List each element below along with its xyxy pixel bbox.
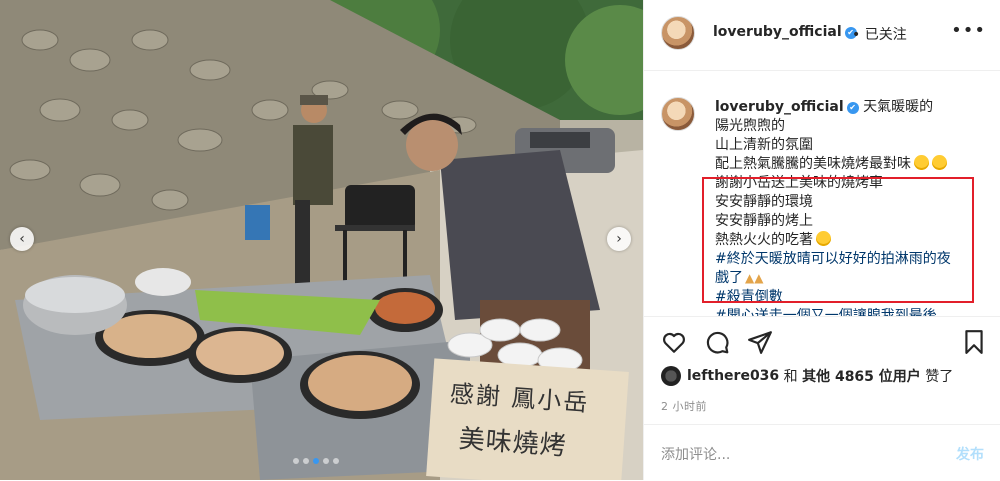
carousel-indicator [293, 458, 339, 464]
post-photo[interactable]: 感謝 鳳小岳 美味燒烤 ‹ › [0, 0, 643, 480]
likes-suffix: 赞了 [925, 369, 954, 385]
avatar[interactable] [661, 16, 695, 50]
liker-avatar[interactable] [661, 366, 681, 386]
caption-text: 配上熱氣騰騰的美味燒烤最對味 [715, 156, 911, 172]
chevron-left-icon: ‹ [19, 231, 25, 247]
red-highlight-box [702, 177, 974, 303]
post-timestamp[interactable]: 2 小时前 [661, 398, 707, 414]
carousel-dot [293, 458, 299, 464]
likes-summary: lefthere036 和 其他 4865 位用户 赞了 [661, 366, 953, 386]
carousel-dot [303, 458, 309, 464]
more-options-icon[interactable]: ••• [951, 20, 986, 41]
sign-line-1: 感謝 鳳小岳 [448, 379, 591, 418]
post-comment-button[interactable]: 发布 [956, 444, 984, 464]
caption-text: 天氣暖暖的 [863, 99, 934, 115]
carousel-dot [323, 458, 329, 464]
caption-line: 配上熱氣騰騰的美味燒烤最對味 [715, 155, 985, 174]
next-photo-button[interactable]: › [607, 227, 631, 251]
liker-username[interactable]: lefthere036 [687, 368, 779, 384]
sign-line-2: 美味燒烤 [457, 424, 568, 462]
carousel-dot [333, 458, 339, 464]
chevron-right-icon: › [616, 231, 622, 247]
bookmark-icon[interactable] [961, 329, 987, 355]
previous-photo-button[interactable]: ‹ [10, 227, 34, 251]
thank-you-sign: 感謝 鳳小岳 美味燒烤 [426, 358, 629, 480]
hashtag-link[interactable]: #開心送走一個又一個讓腺我到最後 [715, 307, 985, 316]
caption-username[interactable]: loveruby_official [715, 99, 844, 115]
caption-avatar[interactable] [661, 97, 695, 131]
smile-emoji-icon [932, 155, 947, 170]
caption-line: 陽光煦煦的 [715, 118, 785, 134]
carousel-dot [313, 458, 319, 464]
paper-plane-icon[interactable] [747, 329, 773, 355]
username-text: loveruby_official [713, 24, 842, 40]
heart-outline-icon[interactable] [661, 329, 687, 355]
likes-others-link[interactable]: 其他 4865 位用户 [802, 366, 921, 386]
username-link[interactable]: loveruby_official ✔ [713, 24, 857, 40]
comment-bubble-icon[interactable] [704, 329, 730, 355]
likes-connector: 和 [783, 369, 798, 385]
comment-bar: 添加评论... 发布 [644, 424, 1000, 481]
post-header: loveruby_official ✔ • 已关注 ••• [644, 0, 1000, 71]
smile-emoji-icon [914, 155, 929, 170]
caption-line: 山上清新的氛圍 [715, 137, 813, 153]
comment-input[interactable]: 添加评论... [661, 444, 730, 464]
action-bar [644, 325, 1000, 361]
verified-badge-icon: ✔ [846, 102, 859, 114]
follow-status[interactable]: • 已关注 [852, 24, 907, 44]
caption-line: loveruby_official ✔ 天氣暖暖的 [715, 98, 985, 117]
